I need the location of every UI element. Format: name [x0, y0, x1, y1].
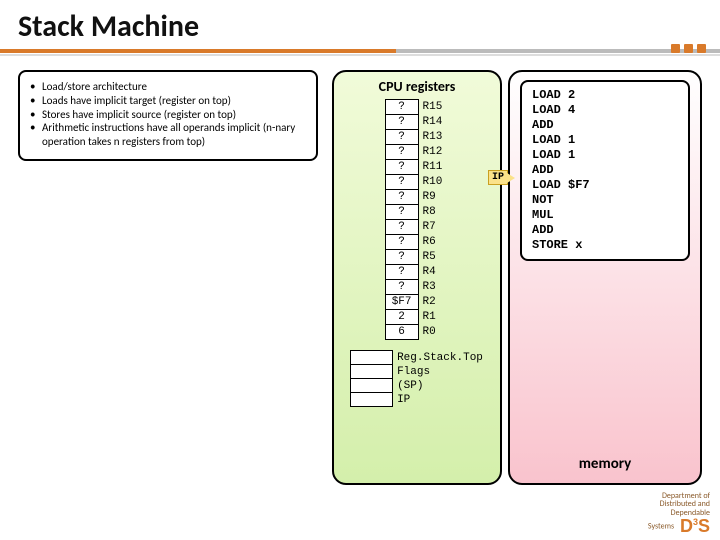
register-value: ? — [385, 160, 418, 175]
bullet-box: •Load/store architecture •Loads have imp… — [18, 70, 318, 161]
register-table: ?R15?R14?R13?R12?R11?R10?R9?R8?R7?R6?R5?… — [385, 99, 450, 340]
register-value: ? — [385, 265, 418, 280]
register-value: 6 — [385, 325, 418, 340]
register-value: ? — [385, 220, 418, 235]
bullet-item: Load/store architecture — [42, 80, 147, 94]
register-name: R4 — [418, 265, 449, 280]
extra-register-box — [351, 351, 393, 365]
register-name: R0 — [418, 325, 449, 340]
register-value: ? — [385, 190, 418, 205]
code-line: ADD — [532, 163, 678, 178]
register-value: ? — [385, 145, 418, 160]
register-value: ? — [385, 130, 418, 145]
cpu-heading: CPU registers — [334, 72, 500, 99]
bullet-item: Stores have implicit source (register on… — [42, 108, 236, 122]
register-name: R14 — [418, 115, 449, 130]
bullet-item: Arithmetic instructions have all operand… — [42, 121, 306, 149]
code-listing: LOAD 2LOAD 4ADDLOAD 1LOAD 1ADDLOAD $F7NO… — [520, 80, 690, 261]
register-value: ? — [385, 280, 418, 295]
extra-register-box — [351, 365, 393, 379]
accent-bar — [0, 49, 720, 53]
extra-register-box — [351, 393, 393, 407]
register-name: R11 — [418, 160, 449, 175]
register-name: R8 — [418, 205, 449, 220]
register-value: ? — [385, 250, 418, 265]
register-name: R5 — [418, 250, 449, 265]
register-name: R6 — [418, 235, 449, 250]
footer-credit: Department of Distributed and Dependable… — [648, 492, 710, 536]
memory-panel: LOAD 2LOAD 4ADDLOAD 1LOAD 1ADDLOAD $F7NO… — [508, 70, 702, 485]
register-name: R3 — [418, 280, 449, 295]
code-line: LOAD 4 — [532, 103, 678, 118]
extra-register-label: (SP) — [393, 379, 484, 393]
slide-title: Stack Machine — [18, 8, 702, 45]
register-name: R12 — [418, 145, 449, 160]
register-value: ? — [385, 175, 418, 190]
register-value: ? — [385, 100, 418, 115]
memory-label: memory — [510, 455, 700, 473]
code-line: ADD — [532, 223, 678, 238]
code-line: STORE x — [532, 238, 678, 253]
extra-register-label: IP — [393, 393, 484, 407]
register-name: R2 — [418, 295, 449, 310]
register-name: R9 — [418, 190, 449, 205]
extra-register-box — [351, 379, 393, 393]
register-name: R10 — [418, 175, 449, 190]
code-line: MUL — [532, 208, 678, 223]
register-value: $F7 — [385, 295, 418, 310]
code-line: LOAD 2 — [532, 88, 678, 103]
extra-register-label: Flags — [393, 365, 484, 379]
register-name: R1 — [418, 310, 449, 325]
extra-register-table: Reg.Stack.TopFlags(SP)IP — [350, 350, 484, 407]
code-line: ADD — [532, 118, 678, 133]
extra-register-label: Reg.Stack.Top — [393, 351, 484, 365]
cpu-panel: CPU registers ?R15?R14?R13?R12?R11?R10?R… — [332, 70, 502, 485]
corner-dots — [671, 44, 706, 53]
register-value: ? — [385, 235, 418, 250]
bullet-item: Loads have implicit target (register on … — [42, 94, 231, 108]
ip-pointer: IP — [488, 170, 508, 185]
register-name: R7 — [418, 220, 449, 235]
register-value: ? — [385, 115, 418, 130]
code-line: NOT — [532, 193, 678, 208]
register-name: R13 — [418, 130, 449, 145]
code-line: LOAD 1 — [532, 133, 678, 148]
code-line: LOAD $F7 — [532, 178, 678, 193]
register-value: 2 — [385, 310, 418, 325]
register-value: ? — [385, 205, 418, 220]
register-name: R15 — [418, 100, 449, 115]
d3s-logo-icon: D3S — [680, 517, 710, 536]
code-line: LOAD 1 — [532, 148, 678, 163]
